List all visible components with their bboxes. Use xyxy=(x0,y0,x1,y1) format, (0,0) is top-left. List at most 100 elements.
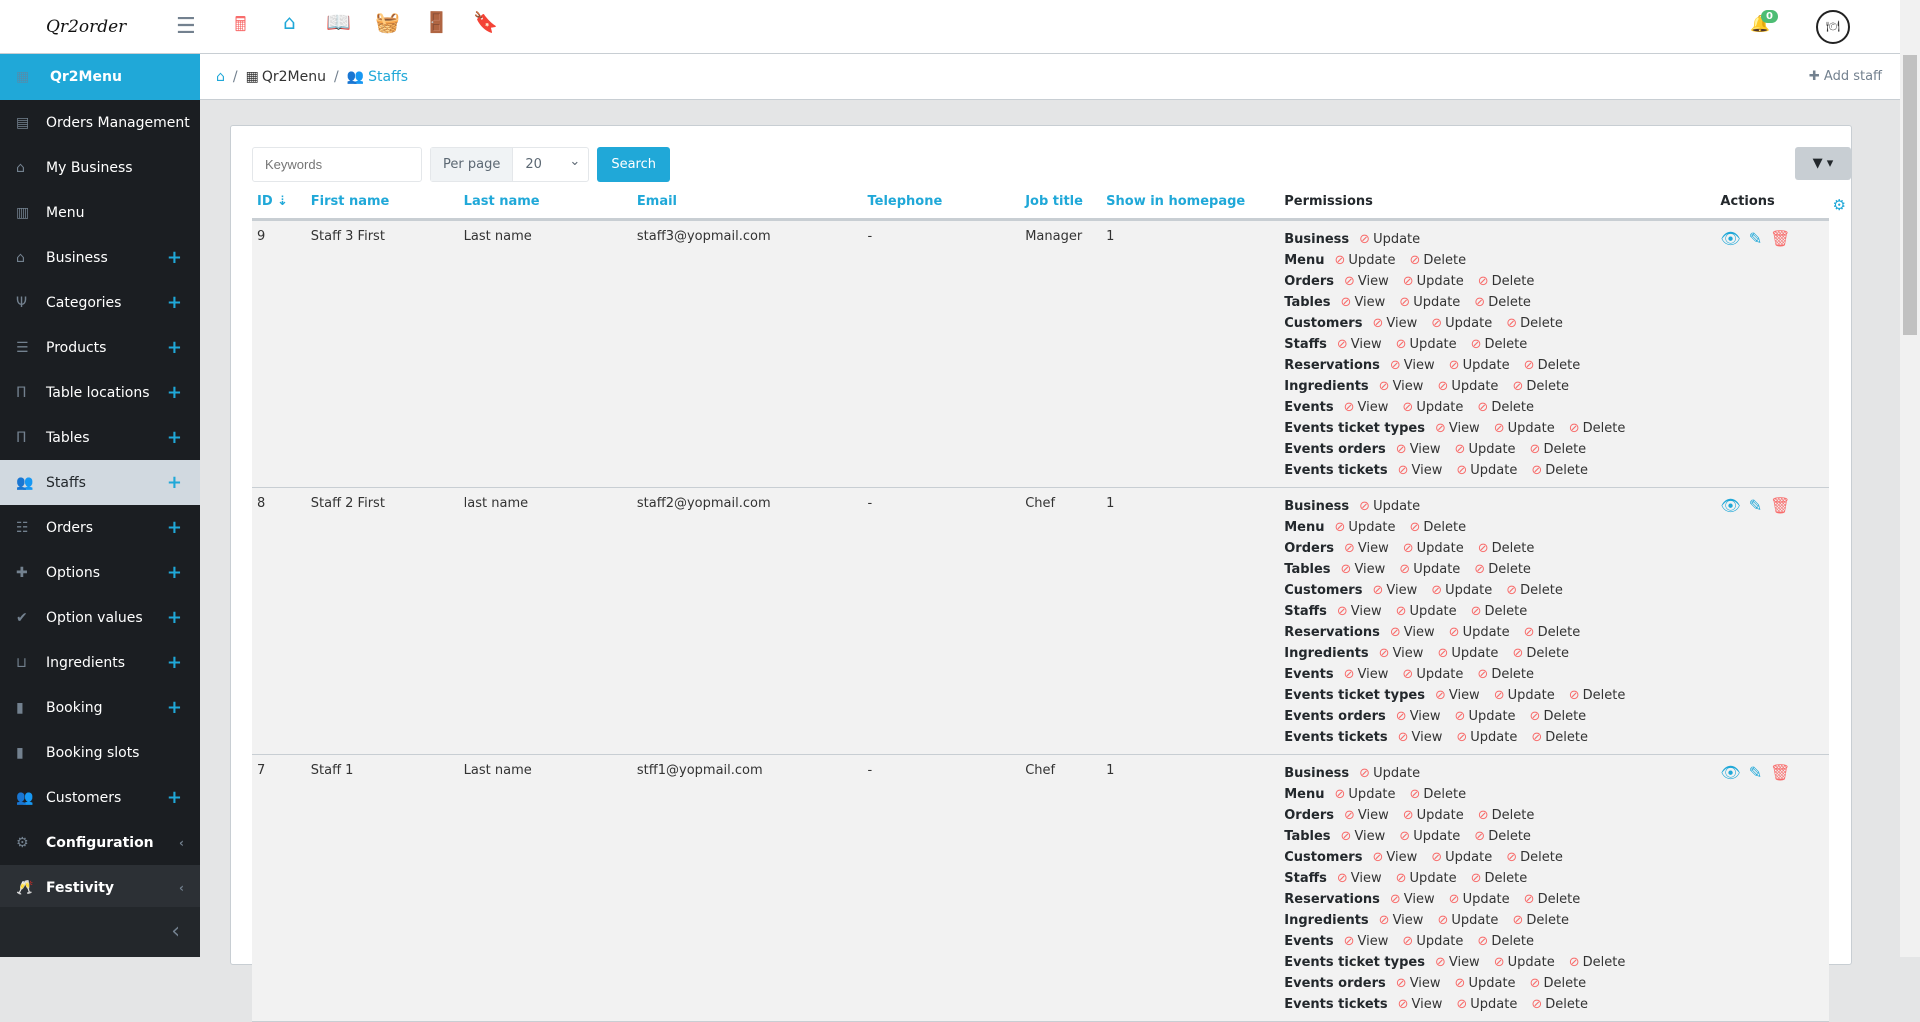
sidebar-item-label: Ingredients xyxy=(46,654,125,671)
sidebar-item-menu[interactable]: ▥ Menu xyxy=(0,190,200,235)
logo[interactable]: Qr2order xyxy=(46,17,166,37)
ban-icon: ⊘ xyxy=(1395,708,1407,724)
plus-icon[interactable]: + xyxy=(167,337,182,358)
delete-icon[interactable]: 🗑 xyxy=(1770,229,1790,248)
edit-icon[interactable]: ✎ xyxy=(1749,763,1762,782)
breadcrumb-qr2menu[interactable]: Qr2Menu xyxy=(262,69,326,85)
basket-icon[interactable]: 🧺 xyxy=(363,10,412,44)
sidebar-item-table-locations[interactable]: П Table locations + xyxy=(0,370,200,415)
edit-icon[interactable]: ✎ xyxy=(1749,496,1762,515)
sidebar-item-festivity[interactable]: 🥂 Festivity ‹ xyxy=(0,865,200,910)
gear-icon[interactable]: ⚙ xyxy=(1833,196,1846,214)
plus-icon[interactable]: + xyxy=(167,427,182,448)
bookmark-icon[interactable]: 🔖 xyxy=(461,10,510,44)
column-header-email[interactable]: Email xyxy=(631,186,863,221)
cash-register-icon[interactable]: 🖩 xyxy=(216,10,265,44)
column-header-show-in-homepage[interactable]: Show in homepage xyxy=(1101,186,1280,221)
sidebar-item-tables[interactable]: П Tables + xyxy=(0,415,200,460)
scrollbar-thumb[interactable] xyxy=(1903,55,1917,335)
door-open-icon[interactable]: 🚪 xyxy=(412,10,461,44)
ban-icon: ⊘ xyxy=(1343,273,1355,289)
cell-show: 1 xyxy=(1101,219,1280,488)
permission-line: Reservations ⊘ View ⊘ Update ⊘ Delete xyxy=(1284,355,1710,376)
sidebar-item-categories[interactable]: Ψ Categories + xyxy=(0,280,200,325)
sidebar-item-orders-management[interactable]: ▤ Orders Management xyxy=(0,100,200,145)
sidebar-item-options[interactable]: ✚ Options + xyxy=(0,550,200,595)
ban-icon: ⊘ xyxy=(1437,645,1449,661)
delete-icon[interactable]: 🗑 xyxy=(1770,496,1790,515)
column-header-last-name[interactable]: Last name xyxy=(458,186,632,221)
column-header-job-title[interactable]: Job title xyxy=(1020,186,1102,221)
chair-icon: П xyxy=(16,429,27,446)
permission-module: Staffs xyxy=(1284,336,1327,352)
permission-label: View xyxy=(1409,708,1441,724)
permission-label: View xyxy=(1392,645,1424,661)
permission-line: Orders ⊘ View ⊘ Update ⊘ Delete xyxy=(1284,271,1710,292)
plus-icon[interactable]: + xyxy=(167,472,182,493)
plus-icon[interactable]: + xyxy=(167,382,182,403)
sidebar-item-staffs[interactable]: 👥 Staffs + xyxy=(0,460,200,505)
sidebar-item-business[interactable]: ⌂ Business + xyxy=(0,235,200,280)
ban-icon: ⊘ xyxy=(1402,807,1414,823)
per-page-select[interactable]: 20 xyxy=(513,145,588,181)
book-open-icon[interactable]: 📖 xyxy=(314,10,363,44)
sidebar-minimizer[interactable]: ‹ xyxy=(0,907,200,957)
permission-line: Business ⊘ Update xyxy=(1284,763,1710,784)
permission-label: Delete xyxy=(1488,828,1531,844)
permission-module: Events tickets xyxy=(1284,996,1388,1012)
sidebar-item-customers[interactable]: 👥 Customers + xyxy=(0,775,200,820)
column-header-telephone[interactable]: Telephone xyxy=(862,186,1021,221)
permission-label: Update xyxy=(1507,687,1555,703)
cell-actions: 👁 ✎ 🗑 xyxy=(1715,754,1829,1022)
hamburger-menu-icon[interactable]: ☰ xyxy=(176,14,216,39)
sidebar-item-ingredients[interactable]: ⊔ Ingredients + xyxy=(0,640,200,685)
sidebar-item-my-business[interactable]: ⌂ My Business xyxy=(0,145,200,190)
avatar[interactable]: 🍽 xyxy=(1816,10,1850,44)
permission-item: ⊘ Update xyxy=(1456,997,1517,1012)
filter-dropdown-button[interactable]: ▼ ▾ xyxy=(1795,147,1851,180)
plus-icon[interactable]: + xyxy=(167,652,182,673)
home-icon[interactable]: ⌂ xyxy=(216,69,225,85)
ban-icon: ⊘ xyxy=(1395,975,1407,991)
permission-item: ⊘ Delete xyxy=(1524,358,1581,373)
sidebar-item-booking-slots[interactable]: ▮ Booking slots xyxy=(0,730,200,775)
permission-line: Events ⊘ View ⊘ Update ⊘ Delete xyxy=(1284,931,1710,952)
search-button[interactable]: Search xyxy=(597,147,670,182)
keywords-input[interactable] xyxy=(252,147,422,182)
store-icon[interactable]: ⌂ xyxy=(265,10,314,44)
column-header-id[interactable]: ID ⇣ xyxy=(252,186,306,221)
permission-label: Delete xyxy=(1545,729,1588,745)
plus-icon[interactable]: + xyxy=(167,292,182,313)
plus-icon[interactable]: + xyxy=(167,607,182,628)
permission-module: Tables xyxy=(1284,294,1331,310)
sidebar-item-booking[interactable]: ▮ Booking + xyxy=(0,685,200,730)
view-icon[interactable]: 👁 xyxy=(1720,763,1740,782)
cell-last: Last name xyxy=(458,219,632,488)
plus-icon[interactable]: + xyxy=(167,562,182,583)
sort-icon[interactable]: ⇣ xyxy=(273,194,288,209)
top-navbar: Qr2order ☰ 🖩 ⌂ 📖 🧺 🚪 🔖 🔔 0 🍽 xyxy=(0,0,1900,54)
delete-icon[interactable]: 🗑 xyxy=(1770,763,1790,782)
permission-module: Events xyxy=(1284,933,1334,949)
sidebar-item-orders[interactable]: ☷ Orders + xyxy=(0,505,200,550)
sidebar-item-configuration[interactable]: ⚙ Configuration ‹ xyxy=(0,820,200,865)
scrollbar[interactable] xyxy=(1900,0,1920,957)
permission-module: Events tickets xyxy=(1284,729,1388,745)
permission-label: Update xyxy=(1413,561,1461,577)
sidebar-header[interactable]: ▦ Qr2Menu xyxy=(0,54,200,100)
edit-icon[interactable]: ✎ xyxy=(1749,229,1762,248)
view-icon[interactable]: 👁 xyxy=(1720,496,1740,515)
plus-icon[interactable]: + xyxy=(167,697,182,718)
plus-icon[interactable]: + xyxy=(167,247,182,268)
view-icon[interactable]: 👁 xyxy=(1720,229,1740,248)
add-staff-button[interactable]: ✚ Add staff xyxy=(1809,69,1882,84)
permission-label: Delete xyxy=(1543,975,1587,991)
column-header-first-name[interactable]: First name xyxy=(305,186,459,221)
permission-item: ⊘ Update xyxy=(1402,934,1463,949)
permission-line: Business ⊘ Update xyxy=(1284,496,1710,517)
permission-label: Delete xyxy=(1484,603,1528,619)
sidebar-item-products[interactable]: ☰ Products + xyxy=(0,325,200,370)
plus-icon[interactable]: + xyxy=(167,787,182,808)
sidebar-item-option-values[interactable]: ✔ Option values + xyxy=(0,595,200,640)
plus-icon[interactable]: + xyxy=(167,517,182,538)
